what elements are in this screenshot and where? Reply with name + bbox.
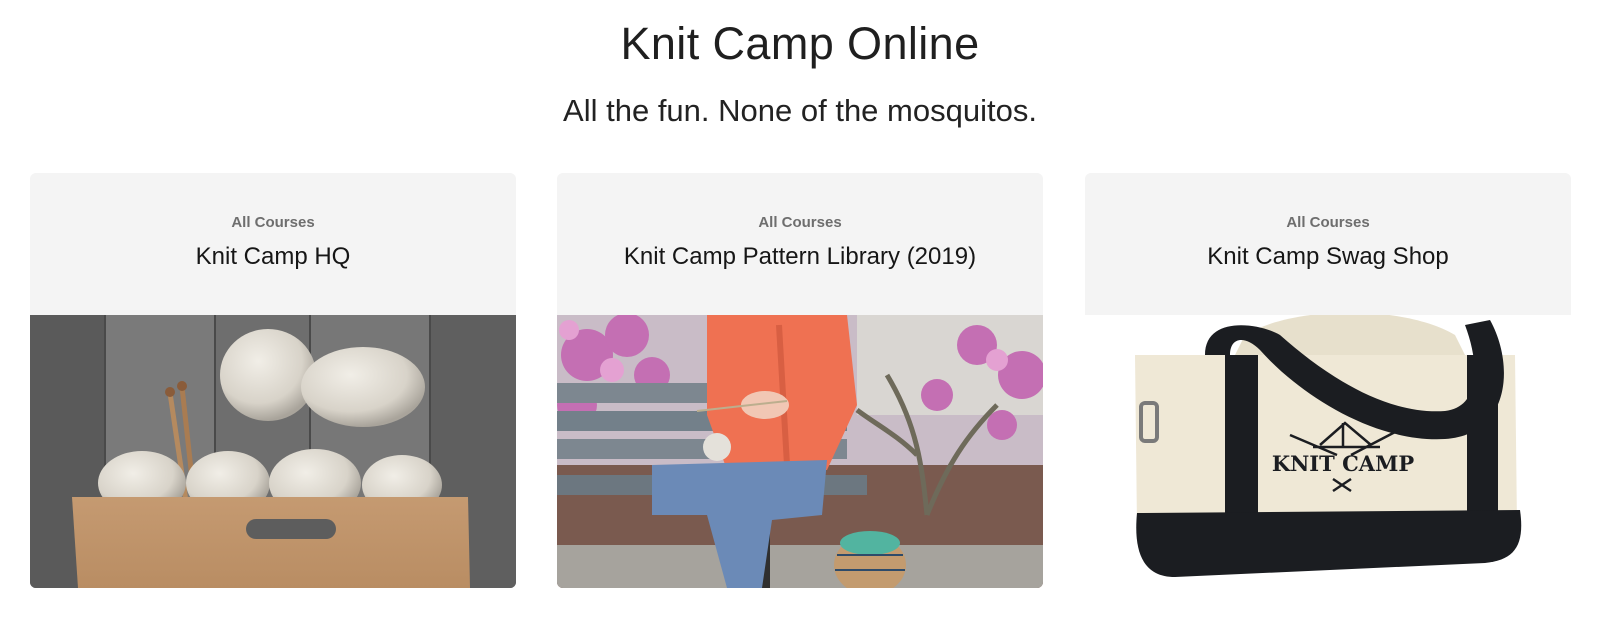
tote-logo-text: KNIT CAMP	[1272, 451, 1414, 476]
course-card-knit-camp-hq[interactable]: All Courses Knit Camp HQ	[30, 173, 516, 588]
yarn-skeins-in-paper-bag-image	[30, 315, 516, 588]
course-title[interactable]: Knit Camp HQ	[30, 241, 516, 273]
course-card-header[interactable]: All Courses Knit Camp HQ	[30, 173, 516, 315]
person-knitting-on-bench-image	[557, 315, 1043, 588]
course-category-label[interactable]: All Courses	[1085, 213, 1571, 233]
course-card-swag-shop[interactable]: All Courses Knit Camp Swag Shop KNIT CAM…	[1085, 173, 1571, 588]
course-category-label[interactable]: All Courses	[557, 213, 1043, 233]
course-card-pattern-library[interactable]: All Courses Knit Camp Pattern Library (2…	[557, 173, 1043, 588]
course-category-label[interactable]: All Courses	[30, 213, 516, 233]
course-card-header[interactable]: All Courses Knit Camp Pattern Library (2…	[557, 173, 1043, 315]
course-card-header[interactable]: All Courses Knit Camp Swag Shop	[1085, 173, 1571, 315]
page-title: Knit Camp Online	[620, 18, 980, 69]
course-thumbnail[interactable]	[30, 315, 516, 588]
knit-camp-tote-bag-image: KNIT CAMP	[1085, 315, 1571, 588]
course-title[interactable]: Knit Camp Swag Shop	[1085, 241, 1571, 273]
course-title[interactable]: Knit Camp Pattern Library (2019)	[557, 241, 1043, 273]
page-subtitle: All the fun. None of the mosquitos.	[563, 93, 1037, 128]
course-thumbnail[interactable]: KNIT CAMP	[1085, 315, 1571, 588]
course-thumbnail[interactable]	[557, 315, 1043, 588]
